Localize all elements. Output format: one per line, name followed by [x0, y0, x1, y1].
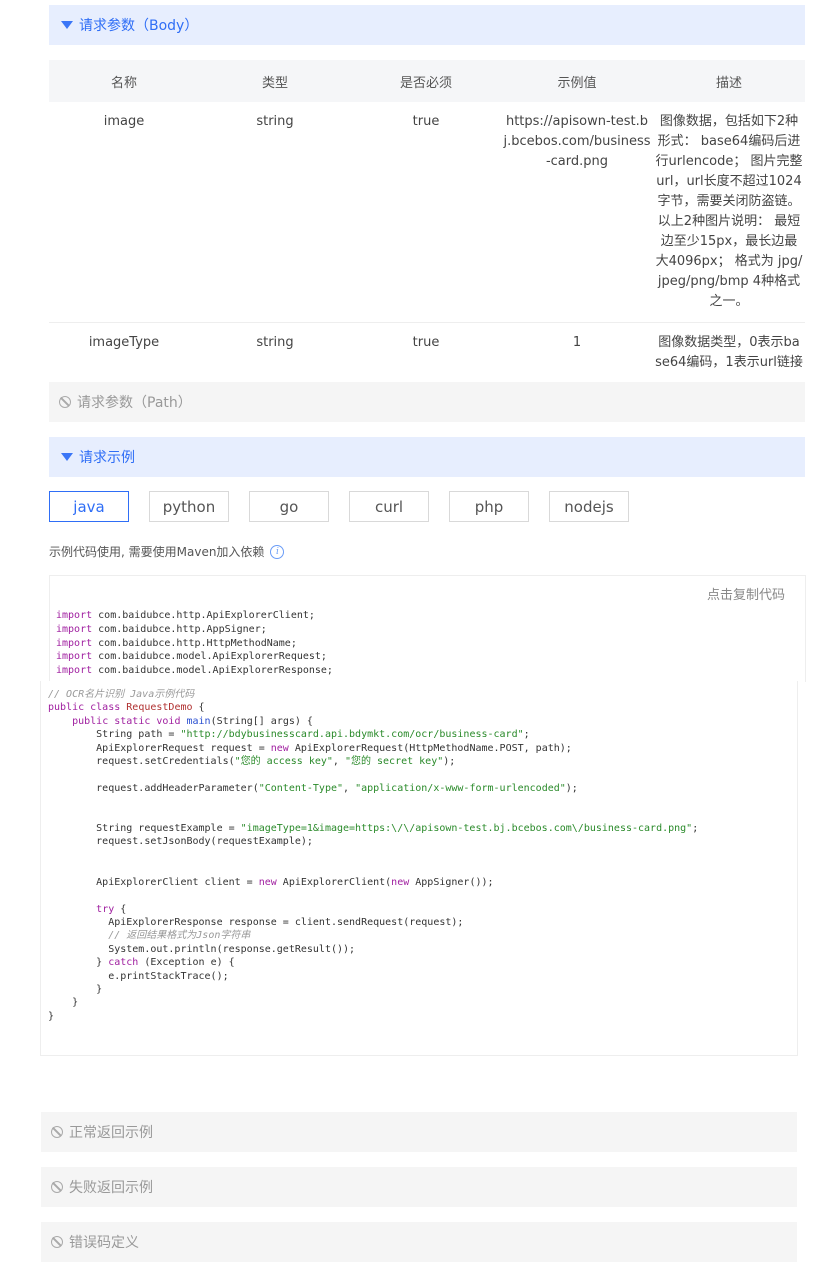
- code-block-header: 点击复制代码 import com.baidubce.http.ApiExplo…: [49, 575, 806, 682]
- section-title: 正常返回示例: [69, 1125, 153, 1141]
- section-normal-response[interactable]: 正常返回示例: [41, 1112, 797, 1152]
- cell-required: true: [351, 102, 501, 323]
- cell-required: true: [351, 322, 501, 384]
- disabled-icon: [51, 1236, 63, 1248]
- expand-triangle-icon: [61, 453, 73, 461]
- maven-note: 示例代码使用, 需要使用Maven加入依赖 i: [49, 543, 285, 560]
- section-fail-response[interactable]: 失败返回示例: [41, 1167, 797, 1207]
- table-row: image string true https://apisown-test.b…: [49, 102, 805, 323]
- java-code: // OCR名片识别 Java示例代码 public class Request…: [48, 689, 699, 1022]
- cell-name: image: [49, 102, 199, 323]
- import-line: com.baidubce.http.ApiExplorerClient;: [98, 610, 315, 621]
- language-tabs: java python go curl php nodejs: [49, 491, 629, 522]
- disabled-icon: [59, 396, 71, 408]
- section-title: 失败返回示例: [69, 1180, 153, 1196]
- cell-example: https://apisown-test.bj.bcebos.com/busin…: [501, 102, 653, 323]
- section-title: 请求参数（Path）: [77, 395, 192, 411]
- tab-php[interactable]: php: [449, 491, 529, 522]
- col-header: 名称: [49, 60, 199, 102]
- expand-triangle-icon: [61, 21, 73, 29]
- col-header: 描述: [653, 60, 805, 102]
- cell-desc: 图像数据类型，0表示base64编码，1表示url链接: [653, 322, 805, 384]
- tab-java[interactable]: java: [49, 491, 129, 522]
- note-text: 示例代码使用, 需要使用Maven加入依赖: [49, 545, 265, 559]
- section-title: 请求示例: [79, 450, 135, 466]
- cell-desc: 图像数据，包括如下2种形式： base64编码后进行urlencode； 图片完…: [653, 102, 805, 323]
- tab-curl[interactable]: curl: [349, 491, 429, 522]
- table-header-row: 名称 类型 是否必须 示例值 描述: [49, 60, 805, 102]
- col-header: 是否必须: [351, 60, 501, 102]
- import-line: com.baidubce.model.ApiExplorerResponse;: [98, 665, 333, 677]
- cell-type: string: [199, 102, 351, 323]
- cell-type: string: [199, 322, 351, 384]
- tab-nodejs[interactable]: nodejs: [549, 491, 629, 522]
- tab-python[interactable]: python: [149, 491, 229, 522]
- tab-go[interactable]: go: [249, 491, 329, 522]
- disabled-icon: [51, 1126, 63, 1138]
- section-request-example[interactable]: 请求示例: [49, 437, 805, 477]
- section-path-params[interactable]: 请求参数（Path）: [49, 382, 805, 422]
- imports-code: import com.baidubce.http.ApiExplorerClie…: [56, 610, 333, 677]
- section-error-codes[interactable]: 错误码定义: [41, 1222, 797, 1262]
- section-title: 错误码定义: [69, 1235, 139, 1251]
- col-header: 类型: [199, 60, 351, 102]
- section-body-params[interactable]: 请求参数（Body）: [49, 5, 805, 45]
- section-title: 请求参数（Body）: [79, 18, 199, 34]
- disabled-icon: [51, 1181, 63, 1193]
- import-line: com.baidubce.model.ApiExplorerRequest;: [98, 651, 327, 663]
- cell-name: imageType: [49, 322, 199, 384]
- table-row: imageType string true 1 图像数据类型，0表示base64…: [49, 322, 805, 384]
- copy-code-button[interactable]: 点击复制代码: [707, 584, 785, 603]
- import-line: com.baidubce.http.HttpMethodName;: [98, 637, 297, 649]
- params-table: 名称 类型 是否必须 示例值 描述 image string true http…: [49, 60, 805, 384]
- import-line: com.baidubce.http.AppSigner;: [98, 623, 267, 635]
- col-header: 示例值: [501, 60, 653, 102]
- code-block: // OCR名片识别 Java示例代码 public class Request…: [40, 681, 798, 1056]
- cell-example: 1: [501, 322, 653, 384]
- info-icon[interactable]: i: [270, 544, 285, 559]
